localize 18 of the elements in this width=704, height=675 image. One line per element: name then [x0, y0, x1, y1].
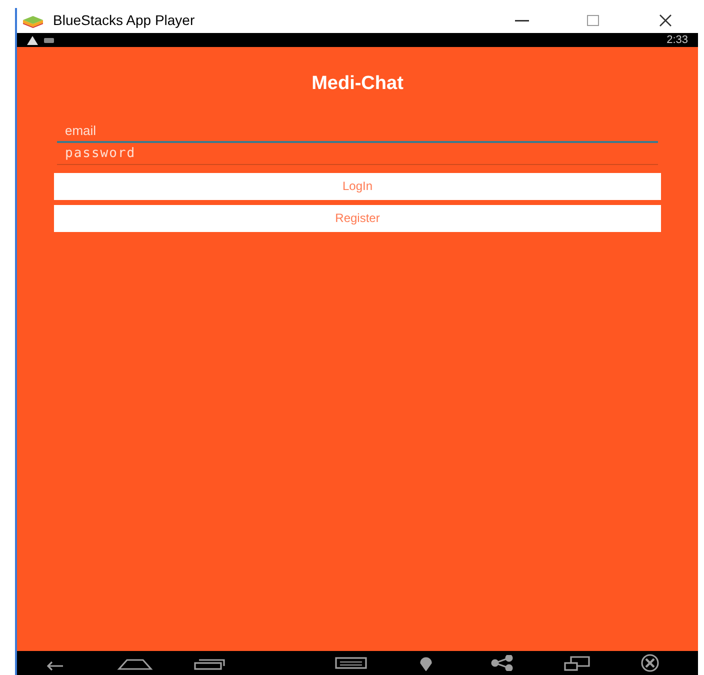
login-button[interactable]: LogIn — [54, 172, 661, 200]
input-field[interactable]: password — [57, 142, 658, 164]
share-icon[interactable] — [491, 655, 513, 671]
keyboard-icon[interactable] — [335, 655, 367, 671]
keyboard-icon — [44, 38, 54, 42]
screen-rotate-icon[interactable] — [563, 655, 591, 671]
window-title: BlueStacks App Player — [53, 11, 195, 30]
close-icon[interactable] — [659, 14, 672, 27]
app-title: Medi-Chat — [312, 72, 404, 96]
warning-icon — [27, 36, 38, 44]
status-time: 2:33 — [666, 32, 688, 48]
minimize-icon[interactable] — [515, 20, 529, 22]
location-pin-icon[interactable] — [418, 655, 434, 671]
app-logo-icon — [22, 14, 44, 28]
close-circle-icon[interactable] — [639, 654, 661, 672]
input-field[interactable]: email — [57, 120, 658, 142]
maximize-icon[interactable] — [587, 15, 599, 26]
register-button[interactable]: Register — [54, 204, 661, 232]
